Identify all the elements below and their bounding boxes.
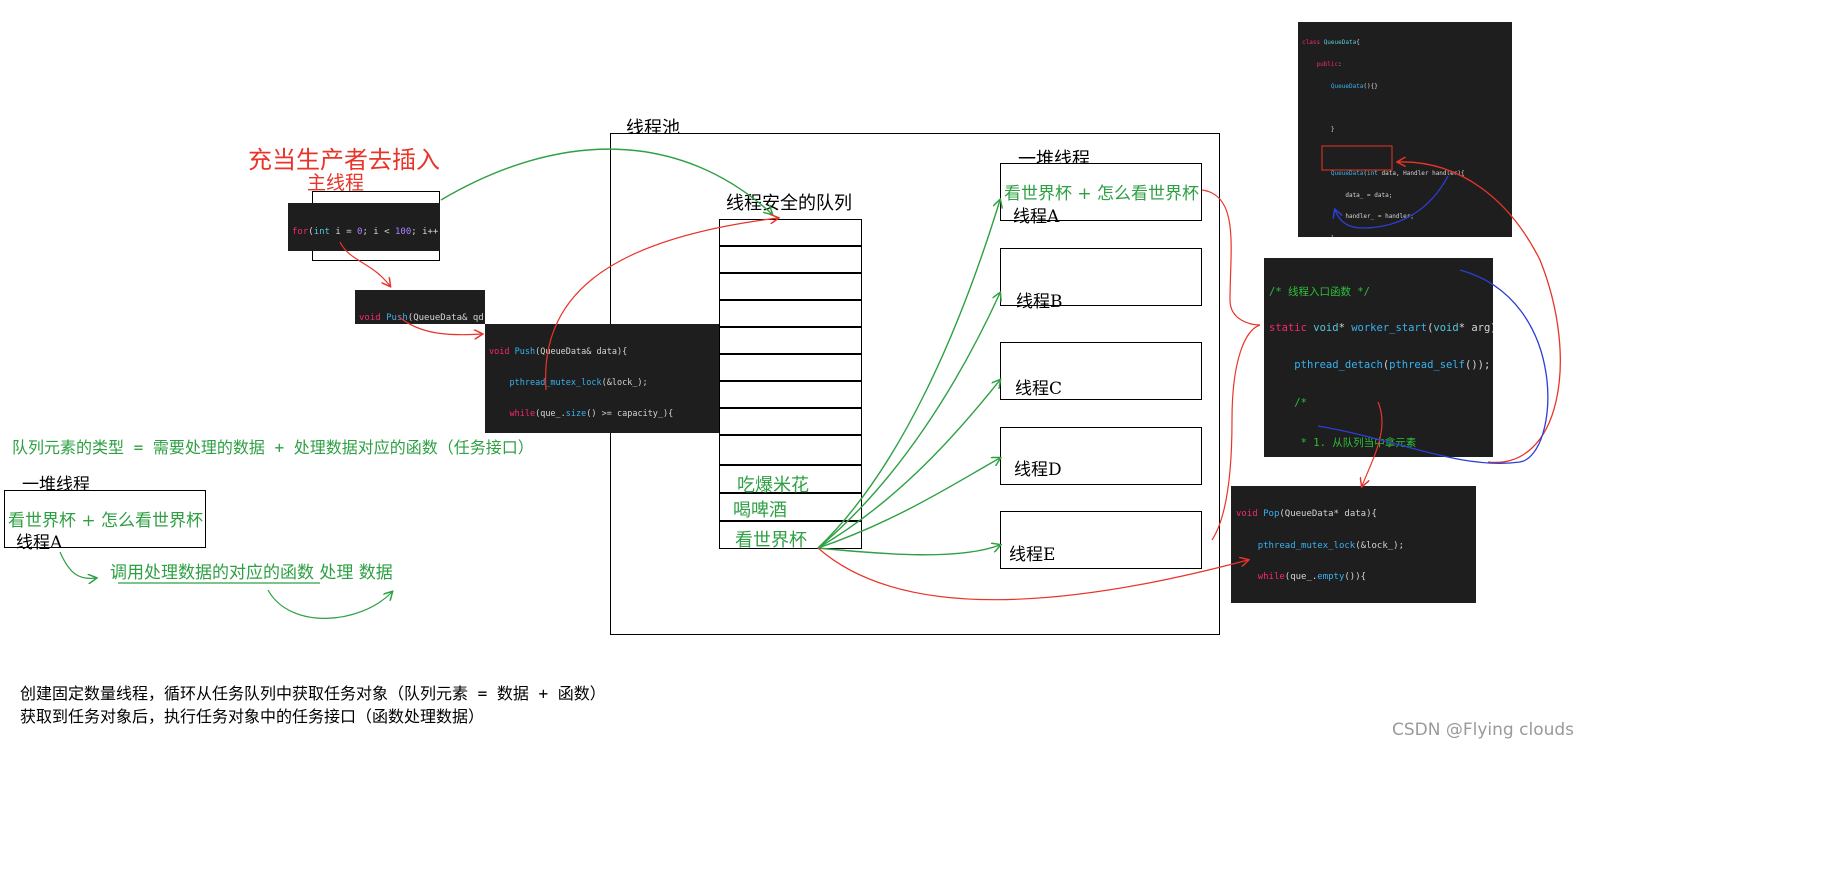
thread-e-name: 线程E [1009,545,1056,565]
thread-d-name: 线程D [1014,460,1062,480]
csdn-watermark: CSDN @Flying clouds [1392,720,1575,740]
left-thread-name: 线程A [16,533,63,553]
thread-c-name: 线程C [1015,379,1063,399]
call-function-note: 调用处理数据的对应的函数 处理 数据 [110,563,393,583]
thread-a-name: 线程A [1013,207,1060,227]
queue-pop-code: void Pop(QueueData* data){ pthread_mutex… [1231,486,1476,603]
worker-start-code: /* 线程入口函数 */ static void* worker_start(v… [1264,258,1493,457]
arrow-left-thread-to-call [59,551,96,578]
arrow-function-to-data [267,589,392,619]
summary-line-1: 创建固定数量线程，循环从任务队列中获取任务对象（队列元素 = 数据 + 函数） [20,684,606,703]
main-loop-code: for(int i = 0; i < 100; i++){ QueueData(… [288,203,440,251]
queue-item-worldcup: 看世界杯 [735,530,807,551]
thread-a-task: 看世界杯 + 怎么看世界杯 [1004,184,1200,204]
summary-line-2: 获取到任务对象后，执行任务对象中的任务接口（函数处理数据） [20,707,485,726]
safe-queue-label: 线程安全的队列 [726,193,852,214]
queue-item-beer: 喝啤酒 [733,500,787,521]
queue-item-popcorn: 吃爆米花 [737,475,809,496]
push-wrapper-code: void Push(QueueData& qd){ sq_->Push(qd);… [355,290,485,324]
queue-push-code: void Push(QueueData& data){ pthread_mute… [485,324,719,433]
element-type-note: 队列元素的类型 = 需要处理的数据 + 处理数据对应的函数（任务接口） [12,438,534,457]
thread-b-name: 线程B [1016,292,1063,312]
class-queuedata-code: class QueueData{ public: QueueData(){} }… [1298,22,1512,237]
